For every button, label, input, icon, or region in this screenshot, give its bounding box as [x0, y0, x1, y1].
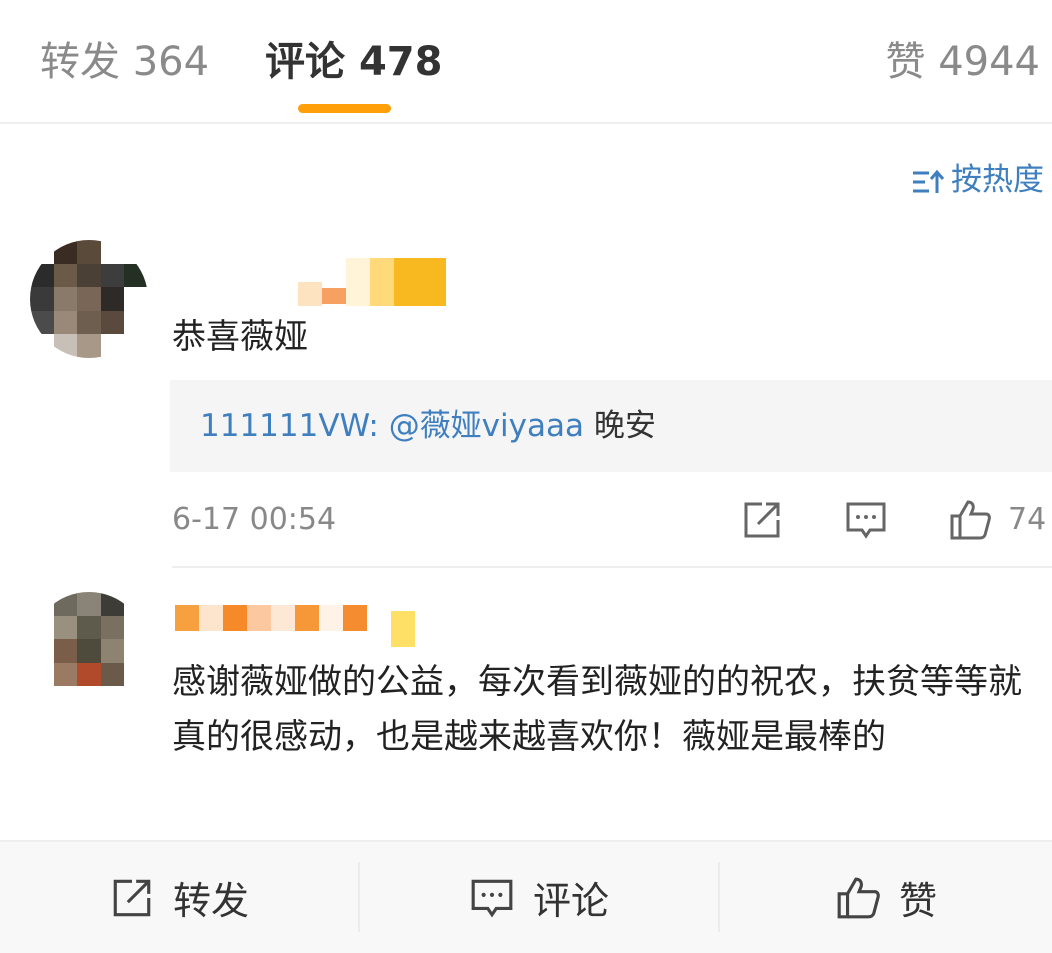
active-tab-indicator	[298, 104, 391, 113]
tab-bar: 转发 364 评论 478 赞 4944	[0, 0, 1052, 124]
bottom-action-bar: 转发 评论 赞	[0, 840, 1052, 953]
sort-icon	[913, 169, 945, 193]
like-label: 赞	[898, 879, 937, 923]
avatar[interactable]	[30, 240, 148, 358]
sort-label: 按热度	[951, 162, 1044, 198]
like-icon[interactable]	[948, 498, 992, 542]
tab-likes-label: 赞	[885, 39, 926, 85]
tab-comments-label: 评论	[265, 39, 345, 85]
sort-by-hot-button[interactable]: 按热度	[911, 160, 1044, 200]
reply-mention[interactable]: @薇娅viyaaa	[389, 408, 584, 444]
share-icon[interactable]	[740, 498, 784, 542]
tab-likes[interactable]: 赞 4944	[885, 38, 1040, 86]
tab-reposts-count: 364	[132, 39, 210, 85]
reply-preview[interactable]: 111111VW: @薇娅viyaaa 晚安	[170, 380, 1052, 472]
tab-comments[interactable]: 评论 478	[265, 38, 442, 86]
tab-reposts-label: 转发	[40, 39, 120, 85]
comment-icon	[471, 879, 513, 918]
comment-label: 评论	[532, 879, 609, 923]
comment-icon[interactable]	[844, 498, 888, 542]
comment-button[interactable]: 评论	[360, 842, 718, 953]
comment-text: 感谢薇娅做的公益，每次看到薇娅的的祝农，扶贫等等就真的很感动，也是越来越喜欢你！…	[172, 662, 1022, 757]
repost-label: 转发	[172, 879, 249, 923]
username-blurred[interactable]	[298, 258, 446, 306]
like-button[interactable]: 赞	[720, 842, 1052, 953]
like-count: 74	[1008, 502, 1047, 537]
tab-comments-count: 478	[358, 39, 443, 85]
like-icon	[837, 877, 880, 918]
reply-username[interactable]: 111111VW:	[200, 408, 379, 444]
tab-reposts[interactable]: 转发 364	[40, 38, 209, 86]
repost-button[interactable]: 转发	[0, 842, 358, 953]
reply-text: 晚安	[593, 408, 656, 444]
username-blurred[interactable]	[175, 605, 415, 653]
comment-timestamp: 6-17 00:54	[172, 502, 337, 537]
avatar[interactable]	[30, 592, 148, 710]
share-icon	[113, 879, 151, 916]
comment-text: 恭喜薇娅	[172, 317, 308, 357]
comment-divider	[172, 566, 1052, 568]
tab-likes-count: 4944	[938, 39, 1040, 85]
